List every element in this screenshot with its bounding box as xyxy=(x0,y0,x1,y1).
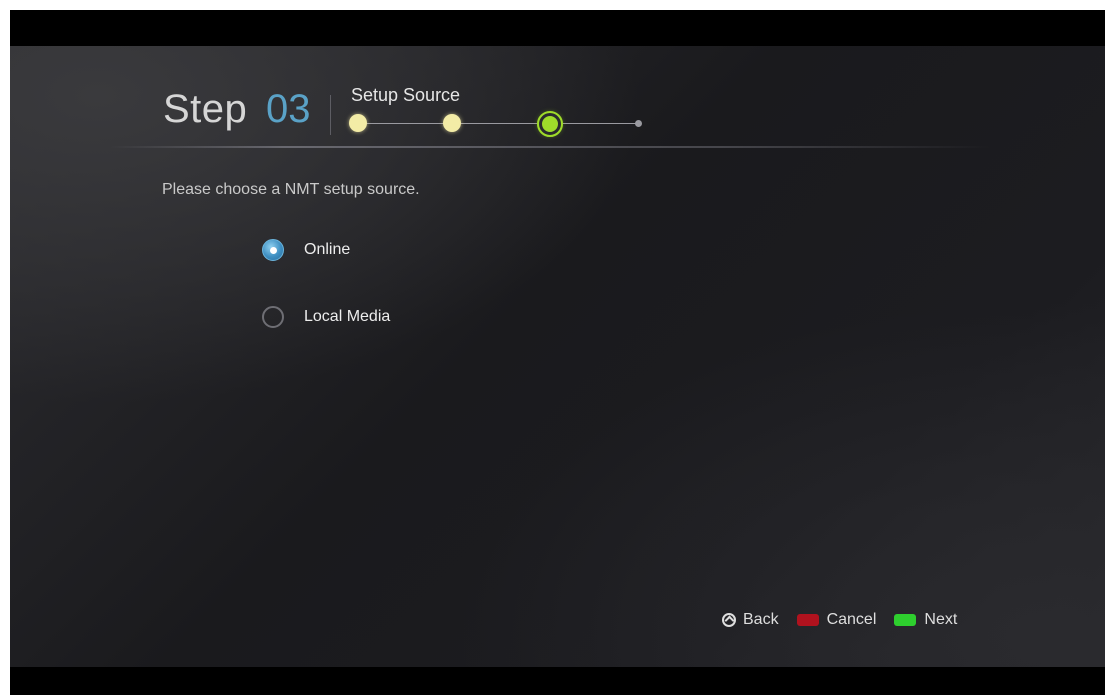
header-divider xyxy=(110,146,990,148)
next-label: Next xyxy=(924,611,958,628)
progress-step-4-pending xyxy=(635,120,642,127)
step-divider xyxy=(330,95,331,135)
cancel-button[interactable]: Cancel xyxy=(796,611,877,629)
radio-selected-icon[interactable] xyxy=(262,239,284,261)
back-button[interactable]: Back xyxy=(722,611,779,629)
radio-unselected-icon[interactable] xyxy=(262,306,284,328)
cancel-label: Cancel xyxy=(826,611,877,628)
option-online[interactable]: Online xyxy=(262,237,350,263)
step-title: Setup Source xyxy=(351,85,461,105)
green-key-icon xyxy=(894,614,917,626)
step-number: 03 xyxy=(266,87,311,131)
red-key-icon xyxy=(796,614,819,626)
step-label: Step xyxy=(163,87,248,131)
progress-track xyxy=(358,123,640,124)
footer-controls: Back Cancel Next xyxy=(722,611,957,629)
instruction-text: Please choose a NMT setup source. xyxy=(162,181,420,198)
tv-frame: Step 03 Setup Source Please choose a NMT… xyxy=(10,10,1105,695)
option-local-media[interactable]: Local Media xyxy=(262,304,390,330)
setup-screen: Step 03 Setup Source Please choose a NMT… xyxy=(10,46,1105,667)
progress-step-2-done xyxy=(443,114,461,132)
next-button[interactable]: Next xyxy=(894,611,957,629)
option-label: Local Media xyxy=(304,308,391,325)
option-label: Online xyxy=(304,241,351,258)
progress-step-3-current xyxy=(537,111,563,137)
back-label: Back xyxy=(743,611,779,628)
back-circle-icon xyxy=(722,613,736,627)
progress-step-1-done xyxy=(349,114,367,132)
